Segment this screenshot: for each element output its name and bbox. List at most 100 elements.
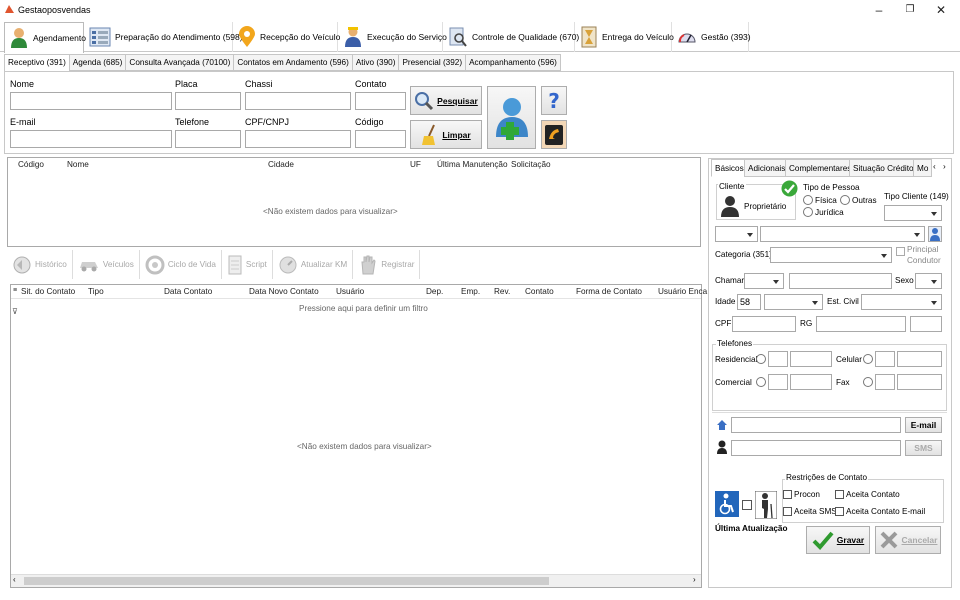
tab-entrega[interactable]: Entrega do Veículo xyxy=(576,22,674,52)
filter-icon[interactable]: ⊽ xyxy=(12,307,18,316)
tab-situacao-credito[interactable]: Situação Crédito xyxy=(849,159,918,177)
placa-input[interactable] xyxy=(175,92,241,110)
doc-type-select[interactable] xyxy=(715,226,758,242)
tabs-scroll-left-icon[interactable]: ‹ xyxy=(933,162,936,171)
telefone-input[interactable] xyxy=(175,130,241,148)
limpar-button[interactable]: Limpar xyxy=(410,120,482,149)
fax-ddd-input[interactable] xyxy=(875,374,895,390)
scroll-thumb[interactable] xyxy=(24,577,549,585)
subtab-presencial[interactable]: Presencial (392) xyxy=(398,54,467,71)
idade-input[interactable]: 58 xyxy=(737,294,761,310)
idade-select[interactable] xyxy=(764,294,823,310)
email-input[interactable] xyxy=(731,417,901,433)
juridica-radio[interactable] xyxy=(803,207,813,217)
subtab-ativo[interactable]: Ativo (390) xyxy=(351,54,400,71)
col-emp[interactable]: Emp. xyxy=(461,287,480,296)
tab-controle[interactable]: Controle de Qualidade (670) xyxy=(444,22,579,52)
contato-input[interactable] xyxy=(355,92,406,110)
minimize-button[interactable]: – xyxy=(864,2,894,18)
outras-radio[interactable] xyxy=(840,195,850,205)
sexo-select[interactable] xyxy=(915,273,942,289)
tab-more[interactable]: Mo xyxy=(913,159,933,177)
col-usuario-enca[interactable]: Usuário Enca xyxy=(658,287,707,296)
subtab-consulta-avancada[interactable]: Consulta Avançada (70100) xyxy=(125,54,235,71)
procon-checkbox[interactable] xyxy=(783,490,792,499)
ciclo-vida-button[interactable]: Ciclo de Vida xyxy=(140,250,222,279)
sms-button[interactable]: SMS xyxy=(905,440,942,456)
accessibility-checkbox[interactable] xyxy=(742,500,752,510)
gravar-button[interactable]: Gravar xyxy=(806,526,870,554)
registrar-button[interactable]: Registrar xyxy=(353,250,421,279)
tab-basicos[interactable]: Básicos xyxy=(711,159,748,177)
tipo-cliente-select[interactable] xyxy=(884,205,942,221)
fisica-radio[interactable] xyxy=(803,195,813,205)
celular-ddd-input[interactable] xyxy=(875,351,895,367)
novo-cliente-button[interactable] xyxy=(487,86,536,149)
codigo-input[interactable] xyxy=(355,130,406,148)
restore-button[interactable]: ❐ xyxy=(895,2,925,18)
col-sit-contato[interactable]: Sit. do Contato xyxy=(21,287,75,296)
est-civil-select[interactable] xyxy=(861,294,942,310)
client-lookup-button[interactable] xyxy=(928,226,942,242)
subtab-contatos-andamento[interactable]: Contatos em Andamento (596) xyxy=(233,54,353,71)
subtab-agenda[interactable]: Agenda (685) xyxy=(68,54,127,71)
rg-uf-input[interactable] xyxy=(910,316,942,332)
subtab-receptivo[interactable]: Receptivo (391) xyxy=(4,54,70,72)
col-nome[interactable]: Nome xyxy=(67,160,89,169)
col-solicitacao[interactable]: Solicitação xyxy=(511,160,551,169)
col-ultima-manutencao[interactable]: Última Manutenção xyxy=(437,160,508,169)
sms-input[interactable] xyxy=(731,440,901,456)
categoria-select[interactable] xyxy=(770,247,892,263)
historico-button[interactable]: Histórico xyxy=(7,250,73,279)
pesquisar-button[interactable]: Pesquisar xyxy=(410,86,482,115)
cancelar-button[interactable]: Cancelar xyxy=(875,526,941,554)
col-data-contato[interactable]: Data Contato xyxy=(164,287,212,296)
filter-hint[interactable]: Pressione aqui para definir um filtro xyxy=(299,304,428,313)
email-input[interactable] xyxy=(10,130,172,148)
col-data-novo-contato[interactable]: Data Novo Contato xyxy=(249,287,319,296)
veiculos-button[interactable]: Veículos xyxy=(73,250,140,279)
tab-adicionais[interactable]: Adicionais xyxy=(744,159,790,177)
celular-input[interactable] xyxy=(897,351,942,367)
horizontal-scrollbar[interactable]: ‹ › xyxy=(11,574,701,587)
help-button[interactable]: ? xyxy=(541,86,567,115)
comercial-radio[interactable] xyxy=(756,377,766,387)
client-search-select[interactable] xyxy=(760,226,925,242)
aceita-email-checkbox[interactable] xyxy=(835,507,844,516)
tab-execucao[interactable]: Execução do Serviço xyxy=(339,22,447,52)
atualizar-km-button[interactable]: Atualizar KM xyxy=(273,250,354,279)
col-rev[interactable]: Rev. xyxy=(494,287,510,296)
chamar-input[interactable] xyxy=(789,273,892,289)
tab-gestao[interactable]: Gestão (393) xyxy=(673,22,751,52)
cpf-input[interactable] xyxy=(245,130,351,148)
principal-condutor-checkbox[interactable] xyxy=(896,247,905,256)
script-button[interactable]: Script xyxy=(222,250,273,279)
residencial-ddd-input[interactable] xyxy=(768,351,788,367)
scroll-right-icon[interactable]: › xyxy=(693,575,696,584)
col-forma-contato[interactable]: Forma de Contato xyxy=(576,287,642,296)
col-contato[interactable]: Contato xyxy=(525,287,554,296)
email-button[interactable]: E-mail xyxy=(905,417,942,433)
tab-agendamento[interactable]: Agendamento xyxy=(4,22,86,53)
comercial-ddd-input[interactable] xyxy=(768,374,788,390)
tab-recepcao[interactable]: Recepção do Veículo xyxy=(234,22,340,52)
scroll-left-icon[interactable]: ‹ xyxy=(13,575,16,584)
tabs-scroll-right-icon[interactable]: › xyxy=(943,162,946,171)
col-usuario[interactable]: Usuário xyxy=(336,287,364,296)
fax-input[interactable] xyxy=(897,374,942,390)
col-tipo[interactable]: Tipo xyxy=(88,287,104,296)
rg-input[interactable] xyxy=(816,316,906,332)
col-uf[interactable]: UF xyxy=(410,160,421,169)
phone-button[interactable] xyxy=(541,120,567,149)
celular-radio[interactable] xyxy=(863,354,873,364)
subtab-acompanhamento[interactable]: Acompanhamento (596) xyxy=(465,54,561,71)
residencial-radio[interactable] xyxy=(756,354,766,364)
aceita-contato-checkbox[interactable] xyxy=(835,490,844,499)
tab-complementares[interactable]: Complementares xyxy=(785,159,856,177)
nome-input[interactable] xyxy=(10,92,172,110)
cpf-input[interactable] xyxy=(732,316,796,332)
residencial-input[interactable] xyxy=(790,351,832,367)
chamar-select[interactable] xyxy=(744,273,784,289)
comercial-input[interactable] xyxy=(790,374,832,390)
tab-preparacao[interactable]: Preparação do Atendimento (598) xyxy=(85,22,243,52)
